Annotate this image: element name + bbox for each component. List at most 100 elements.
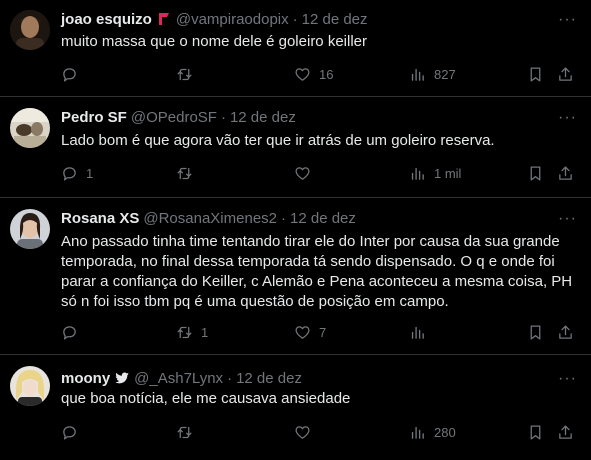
- views-icon: [411, 167, 424, 180]
- share-icon: [559, 165, 572, 180]
- tweet-header: Rosana XS @RosanaXimenes2 · 12 de dez: [61, 208, 356, 228]
- like-count: 7: [319, 324, 327, 340]
- retweet-icon: [177, 167, 192, 179]
- retweet-button[interactable]: [176, 422, 201, 442]
- tweet-text: Ano passado tinha time tentando tirar el…: [61, 233, 573, 310]
- more-icon[interactable]: ···: [558, 110, 577, 126]
- reply-count: 1: [86, 165, 94, 181]
- separator-dot: ·: [227, 369, 233, 387]
- retweet-count: 1: [201, 324, 209, 340]
- bookmark-icon: [530, 324, 541, 340]
- like-icon: [295, 425, 310, 439]
- avatar-image: [10, 108, 50, 148]
- views-count: 280: [434, 424, 456, 440]
- bookmark-icon: [530, 165, 541, 181]
- views-icon: [411, 426, 424, 439]
- retweet-button[interactable]: [176, 163, 201, 183]
- tweet-header: moony @_Ash7Lynx · 12 de dez: [61, 368, 302, 388]
- reply-icon: [63, 166, 76, 181]
- share-button[interactable]: [557, 64, 574, 84]
- separator-dot: ·: [220, 108, 226, 126]
- like-icon: [295, 325, 310, 339]
- like-button[interactable]: [294, 163, 319, 183]
- avatar[interactable]: [10, 209, 50, 249]
- display-name[interactable]: moony: [61, 370, 110, 387]
- tweet-actions: 280: [61, 422, 581, 442]
- share-icon: [559, 66, 572, 81]
- tweet[interactable]: Pedro SF @OPedroSF · 12 de dez ··· Lado …: [0, 97, 591, 198]
- reply-icon: [63, 425, 76, 440]
- avatar-image: [10, 366, 50, 406]
- views-icon: [411, 326, 424, 339]
- bookmark-button[interactable]: [527, 422, 544, 442]
- tweet-date[interactable]: 12 de dez: [302, 11, 368, 28]
- bookmark-icon: [530, 424, 541, 440]
- views-count: 1 mil: [434, 165, 462, 181]
- retweet-button[interactable]: [176, 64, 201, 84]
- views-button[interactable]: 280: [409, 422, 456, 442]
- tweet-text: que boa notícia, ele me causava ansiedad…: [61, 390, 351, 407]
- tweet[interactable]: joao esquizo @vampiraodopix · 12 de dez …: [0, 0, 591, 97]
- reply-feed: joao esquizo @vampiraodopix · 12 de dez …: [0, 0, 591, 460]
- views-icon: [411, 68, 424, 81]
- reply-button[interactable]: [61, 64, 86, 84]
- views-button[interactable]: 1 mil: [409, 163, 461, 183]
- more-icon[interactable]: ···: [558, 211, 577, 227]
- share-button[interactable]: [557, 422, 574, 442]
- views-button[interactable]: 827: [409, 64, 456, 84]
- user-handle[interactable]: @vampiraodopix: [176, 11, 289, 28]
- bookmark-button[interactable]: [527, 163, 544, 183]
- display-name[interactable]: Pedro SF: [61, 109, 127, 126]
- reply-button[interactable]: [61, 322, 86, 342]
- reply-icon: [63, 67, 76, 82]
- like-button[interactable]: 7: [294, 322, 326, 342]
- user-handle[interactable]: @OPedroSF: [131, 109, 217, 126]
- avatar-image: [10, 10, 50, 50]
- tweet-text: muito massa que o nome dele é goleiro ke…: [61, 33, 367, 50]
- retweet-button[interactable]: 1: [176, 322, 208, 342]
- reply-button[interactable]: 1: [61, 163, 93, 183]
- like-icon: [295, 166, 310, 180]
- tweet-header: Pedro SF @OPedroSF · 12 de dez: [61, 107, 296, 127]
- tweet[interactable]: Rosana XS @RosanaXimenes2 · 12 de dez ··…: [0, 198, 591, 355]
- tweet-text: Lado bom é que agora vão ter que ir atrá…: [61, 132, 495, 149]
- share-button[interactable]: [557, 163, 574, 183]
- bookmark-icon: [530, 66, 541, 82]
- like-count: 16: [319, 66, 334, 82]
- avatar[interactable]: [10, 10, 50, 50]
- reply-icon: [63, 325, 76, 340]
- more-icon[interactable]: ···: [558, 371, 577, 387]
- user-handle[interactable]: @_Ash7Lynx: [134, 370, 223, 387]
- tweet-date[interactable]: 12 de dez: [230, 109, 296, 126]
- retweet-icon: [177, 68, 192, 80]
- tweet-actions: 1 1 mil: [61, 163, 581, 183]
- user-handle[interactable]: @RosanaXimenes2: [143, 210, 277, 227]
- tweet-header: joao esquizo @vampiraodopix · 12 de dez: [61, 9, 368, 29]
- bookmark-button[interactable]: [527, 322, 544, 342]
- separator-dot: ·: [292, 10, 298, 28]
- verified-bird-icon: [114, 370, 130, 386]
- tweet-actions: 1 7: [61, 322, 581, 342]
- avatar-image: [10, 209, 50, 249]
- like-icon: [295, 67, 310, 81]
- share-icon: [559, 424, 572, 439]
- views-count: 827: [434, 66, 456, 82]
- tweet-date[interactable]: 12 de dez: [236, 370, 302, 387]
- display-name[interactable]: joao esquizo: [61, 11, 152, 28]
- share-button[interactable]: [557, 322, 574, 342]
- tweet-date[interactable]: 12 de dez: [290, 210, 356, 227]
- share-icon: [559, 324, 572, 339]
- views-button[interactable]: [409, 322, 434, 342]
- avatar[interactable]: [10, 366, 50, 406]
- more-icon[interactable]: ···: [558, 12, 577, 28]
- separator-dot: ·: [281, 209, 287, 227]
- display-name[interactable]: Rosana XS: [61, 210, 139, 227]
- retweet-icon: [177, 326, 192, 338]
- reply-button[interactable]: [61, 422, 86, 442]
- avatar[interactable]: [10, 108, 50, 148]
- like-button[interactable]: [294, 422, 319, 442]
- bookmark-button[interactable]: [527, 64, 544, 84]
- like-button[interactable]: 16: [294, 64, 333, 84]
- flag-icon: [156, 11, 172, 27]
- tweet[interactable]: moony @_Ash7Lynx · 12 de dez ··· que boa…: [0, 355, 591, 460]
